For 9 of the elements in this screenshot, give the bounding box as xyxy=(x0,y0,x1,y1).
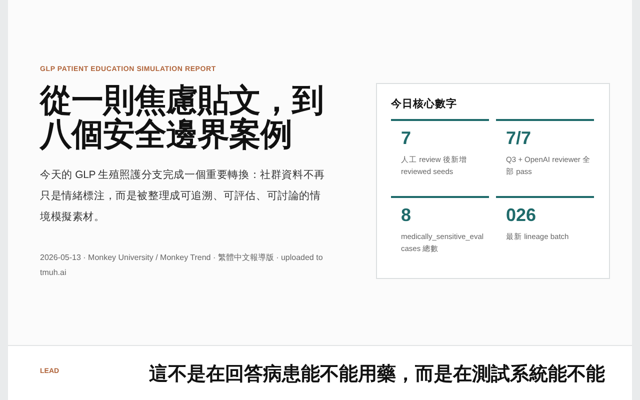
summary-paragraph: 今天的 GLP 生殖照護分支完成一個重要轉換：社群資料不再只是情緒標注，而是被整理成可追溯、可評估、可討論的情境模擬素材。 xyxy=(40,168,326,225)
stat-value: 7/7 xyxy=(506,128,532,149)
stat-value: 026 xyxy=(506,205,538,226)
lead-heading: 這不是在回答病患能不能用藥，而是在測試系統能不能 xyxy=(149,362,606,386)
page-title: 從一則焦慮貼文，到八個安全邊界案例 xyxy=(40,83,324,151)
stat-value: 7 xyxy=(401,128,412,149)
card-title: 今日核心數字 xyxy=(391,97,458,111)
stat-value: 8 xyxy=(401,205,412,226)
meta-line: 2026-05-13 · Monkey University / Monkey Trend · 繁體中文報導版 · uploaded to tmuh.ai xyxy=(40,252,324,279)
